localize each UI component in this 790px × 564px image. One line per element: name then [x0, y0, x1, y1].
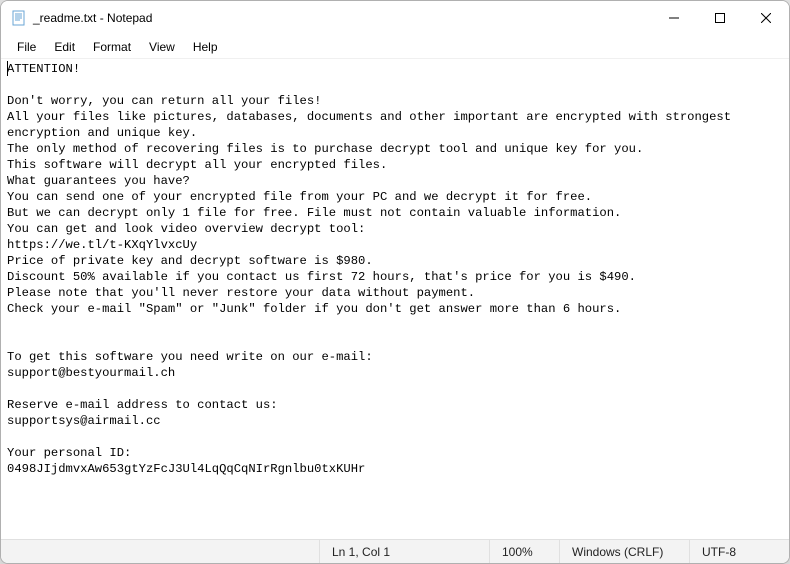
- notepad-window: _readme.txt - Notepad File Edit Format V…: [0, 0, 790, 564]
- status-line-ending: Windows (CRLF): [559, 540, 689, 563]
- menu-format[interactable]: Format: [85, 38, 139, 56]
- menu-help[interactable]: Help: [185, 38, 226, 56]
- menu-edit[interactable]: Edit: [46, 38, 83, 56]
- close-button[interactable]: [743, 1, 789, 35]
- titlebar[interactable]: _readme.txt - Notepad: [1, 1, 789, 35]
- status-spacer: [1, 540, 319, 563]
- window-title: _readme.txt - Notepad: [33, 11, 152, 25]
- notepad-icon: [11, 10, 27, 26]
- statusbar: Ln 1, Col 1 100% Windows (CRLF) UTF-8: [1, 539, 789, 563]
- text-editor[interactable]: ATTENTION! Don't worry, you can return a…: [1, 59, 789, 539]
- menu-file[interactable]: File: [9, 38, 44, 56]
- window-controls: [651, 1, 789, 35]
- maximize-button[interactable]: [697, 1, 743, 35]
- status-position: Ln 1, Col 1: [319, 540, 489, 563]
- minimize-button[interactable]: [651, 1, 697, 35]
- menu-view[interactable]: View: [141, 38, 183, 56]
- text-caret: [7, 61, 8, 76]
- status-zoom: 100%: [489, 540, 559, 563]
- editor-area: ATTENTION! Don't worry, you can return a…: [1, 59, 789, 539]
- status-encoding: UTF-8: [689, 540, 789, 563]
- menubar: File Edit Format View Help: [1, 35, 789, 59]
